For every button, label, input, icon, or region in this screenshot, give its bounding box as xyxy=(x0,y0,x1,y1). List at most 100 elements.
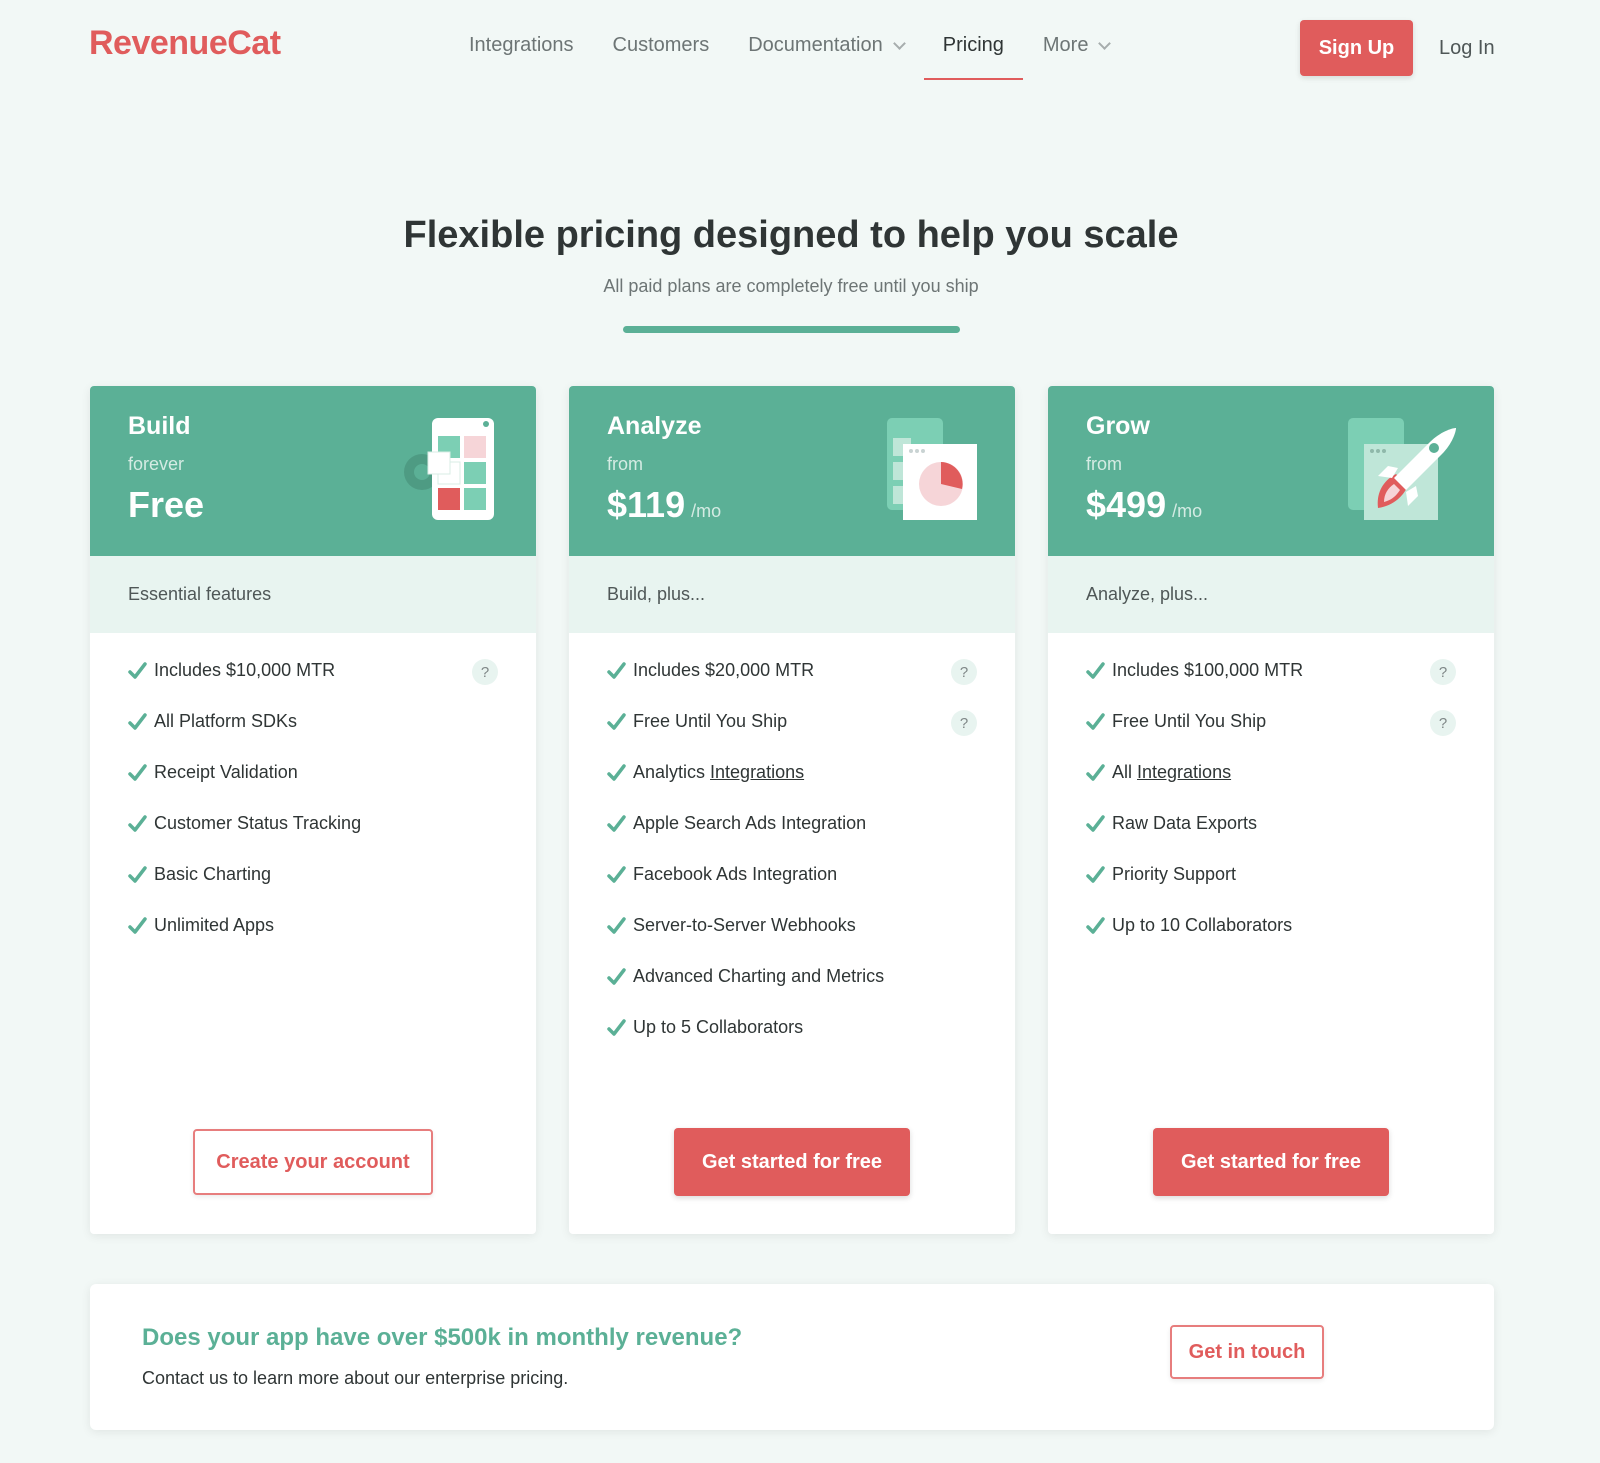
plan-name: Build xyxy=(128,412,191,440)
nav-link-label: Pricing xyxy=(942,34,1004,56)
app-grid-gear-icon xyxy=(404,418,494,520)
feature-text: All xyxy=(1112,762,1133,782)
plan-subheader: Essential features xyxy=(90,556,536,633)
check-icon xyxy=(1086,866,1105,883)
check-icon xyxy=(128,917,147,934)
enterprise-text: Contact us to learn more about our enter… xyxy=(142,1368,569,1388)
plan-subheader: Build, plus... xyxy=(569,556,1015,633)
feature-text: Free Until You Ship xyxy=(1112,711,1267,731)
nav-links: Integrations Customers Documentation Pri… xyxy=(469,34,1148,80)
check-icon xyxy=(128,815,147,832)
check-icon xyxy=(1086,917,1105,934)
integrations-link[interactable]: Integrations xyxy=(710,762,804,783)
feature-list: Includes $20,000 MTR? Free Until You Shi… xyxy=(569,633,1015,1068)
help-icon[interactable]: ? xyxy=(1430,710,1456,736)
get-started-button[interactable]: Get started for free xyxy=(674,1128,910,1196)
help-icon[interactable]: ? xyxy=(1430,659,1456,685)
price-value: Free xyxy=(128,484,205,525)
integrations-link[interactable]: Integrations xyxy=(1137,762,1231,783)
feature-item: Facebook Ads Integration xyxy=(607,864,977,915)
feature-text: Advanced Charting and Metrics xyxy=(633,966,885,986)
check-icon xyxy=(607,866,626,883)
page-title: Flexible pricing designed to help you sc… xyxy=(403,214,1179,256)
get-started-button[interactable]: Get started for free xyxy=(1153,1128,1389,1196)
feature-text: Apple Search Ads Integration xyxy=(633,813,867,833)
log-in-link[interactable]: Log In xyxy=(1439,37,1495,60)
check-icon xyxy=(607,764,626,781)
plan-qualifier: forever xyxy=(128,454,185,474)
feature-text: Facebook Ads Integration xyxy=(633,864,838,884)
nav-link-documentation[interactable]: Documentation xyxy=(748,34,906,78)
check-icon xyxy=(1086,764,1105,781)
feature-text: Receipt Validation xyxy=(154,762,298,782)
feature-text: Basic Charting xyxy=(154,864,272,884)
feature-list: Includes $100,000 MTR? Free Until You Sh… xyxy=(1048,633,1494,966)
feature-item: Free Until You Ship? xyxy=(1086,710,1456,762)
nav-link-customers[interactable]: Customers xyxy=(613,34,710,78)
check-icon xyxy=(128,764,147,781)
feature-item: Raw Data Exports xyxy=(1086,813,1456,864)
feature-text: Free Until You Ship xyxy=(633,711,788,731)
check-icon xyxy=(128,662,147,679)
create-account-button[interactable]: Create your account xyxy=(193,1129,433,1195)
plan-price: $499/mo xyxy=(1086,484,1202,526)
feature-item: Advanced Charting and Metrics xyxy=(607,966,977,1017)
feature-text: All Platform SDKs xyxy=(154,711,298,731)
feature-item: Free Until You Ship? xyxy=(607,710,977,762)
check-icon xyxy=(607,815,626,832)
chevron-down-icon xyxy=(1098,37,1112,50)
nav-link-label: Integrations xyxy=(469,34,574,56)
help-icon[interactable]: ? xyxy=(951,659,977,685)
revenuecat-logo[interactable]: RevenueCat xyxy=(89,24,281,63)
feature-item: Up to 10 Collaborators xyxy=(1086,915,1456,966)
nav-link-label: More xyxy=(1042,34,1089,56)
plan-header: Build forever Free xyxy=(90,386,536,556)
feature-text: Up to 10 Collaborators xyxy=(1112,915,1293,935)
nav-link-label: Documentation xyxy=(748,34,883,56)
nav-link-integrations[interactable]: Integrations xyxy=(469,34,574,78)
check-icon xyxy=(607,662,626,679)
feature-text: Priority Support xyxy=(1112,864,1237,884)
price-value: $119 xyxy=(607,484,686,525)
nav-link-pricing[interactable]: Pricing xyxy=(923,34,1024,80)
plan-card-grow: Grow from $499/mo Analyze, plus... Inclu… xyxy=(1048,386,1494,1234)
feature-item: Apple Search Ads Integration xyxy=(607,813,977,864)
check-icon xyxy=(1086,815,1105,832)
help-icon[interactable]: ? xyxy=(951,710,977,736)
sign-up-button[interactable]: Sign Up xyxy=(1300,20,1413,76)
feature-item: All Integrations xyxy=(1086,762,1456,813)
plan-price: $119/mo xyxy=(607,484,721,526)
check-icon xyxy=(607,713,626,730)
check-icon xyxy=(607,917,626,934)
feature-list: Includes $10,000 MTR? All Platform SDKs … xyxy=(90,633,536,966)
feature-item: Customer Status Tracking xyxy=(128,813,498,864)
page-subtitle: All paid plans are completely free until… xyxy=(603,276,979,296)
title-underline-bar xyxy=(623,326,960,333)
feature-item: Includes $10,000 MTR? xyxy=(128,659,498,711)
get-in-touch-button[interactable]: Get in touch xyxy=(1170,1325,1324,1379)
feature-item: Basic Charting xyxy=(128,864,498,915)
plan-card-analyze: Analyze from $119/mo Build, plus... Incl… xyxy=(569,386,1015,1234)
help-icon[interactable]: ? xyxy=(472,659,498,685)
plan-name: Analyze xyxy=(607,412,702,440)
check-icon xyxy=(128,866,147,883)
feature-text: Up to 5 Collaborators xyxy=(633,1017,804,1037)
plan-name: Grow xyxy=(1086,412,1150,440)
check-icon xyxy=(607,1019,626,1036)
plan-price: Free xyxy=(128,484,204,526)
check-icon xyxy=(1086,662,1105,679)
chevron-down-icon xyxy=(892,37,906,50)
plan-header: Grow from $499/mo xyxy=(1048,386,1494,556)
feature-text: Raw Data Exports xyxy=(1112,813,1258,833)
check-icon xyxy=(607,968,626,985)
feature-item: Receipt Validation xyxy=(128,762,498,813)
nav-link-more[interactable]: More xyxy=(1042,34,1112,78)
feature-text: Unlimited Apps xyxy=(154,915,275,935)
price-period: /mo xyxy=(691,501,722,521)
feature-text: Includes $10,000 MTR xyxy=(154,660,336,680)
feature-item: Includes $100,000 MTR? xyxy=(1086,659,1456,711)
price-value: $499 xyxy=(1086,484,1167,525)
feature-text: Includes $20,000 MTR xyxy=(633,660,815,680)
feature-text: Analytics xyxy=(633,762,706,782)
plan-subheader: Analyze, plus... xyxy=(1048,556,1494,633)
